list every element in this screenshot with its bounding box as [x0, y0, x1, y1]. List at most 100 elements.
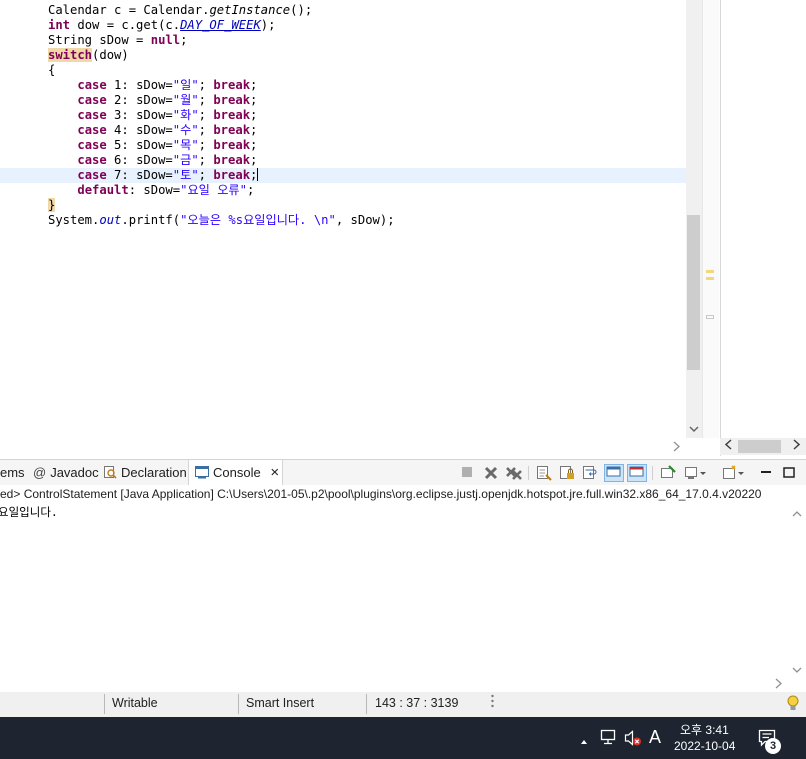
clock-date[interactable]: 2022-10-04	[674, 739, 735, 753]
tab-problems[interactable]: ems	[0, 460, 25, 486]
toolbar-divider	[528, 466, 529, 480]
editor-vertical-scrollbar[interactable]	[686, 0, 702, 438]
code-token: case	[77, 78, 107, 92]
scroll-right-icon[interactable]	[793, 439, 801, 453]
code-token: 4: sDow=	[106, 123, 173, 137]
remove-all-terminated-icon[interactable]	[505, 465, 522, 481]
code-token: "화"	[172, 108, 199, 122]
show-console-on-stderr-icon[interactable]	[627, 464, 647, 482]
ime-indicator[interactable]: A	[649, 727, 661, 748]
code-token: {	[48, 63, 56, 77]
windows-taskbar: A 오후 3:41 2022-10-04 3	[0, 717, 806, 759]
annotation-marker[interactable]	[706, 315, 714, 319]
display-selected-console-icon[interactable]	[684, 465, 706, 481]
code-token: : sDow=	[128, 183, 181, 197]
code-line[interactable]: case 6: sDow="금"; break;	[48, 153, 257, 168]
code-token: ;	[250, 138, 258, 152]
code-line[interactable]: int dow = c.get(c.DAY_OF_WEEK);	[48, 18, 275, 33]
code-token: case	[77, 123, 107, 137]
code-line[interactable]: {	[48, 63, 55, 78]
overview-ruler[interactable]	[702, 0, 719, 438]
code-line[interactable]: Calendar c = Calendar.getInstance();	[48, 3, 312, 18]
code-token: ;	[198, 108, 214, 122]
code-token: ;	[198, 93, 214, 107]
status-more-icon[interactable]	[491, 693, 494, 716]
outline-panel	[720, 0, 806, 456]
toolbar-divider	[652, 466, 653, 480]
scroll-right-icon[interactable]	[673, 441, 680, 455]
close-tab-icon[interactable]: ×	[270, 464, 279, 481]
console-view-tabbar: ems @ Javadoc Declaration Console ×	[0, 459, 806, 487]
occurrence-marker[interactable]	[706, 277, 714, 280]
tab-console[interactable]: Console ×	[188, 460, 283, 486]
scroll-right-icon[interactable]	[775, 678, 782, 692]
status-writable: Writable	[112, 696, 158, 710]
clock-time[interactable]: 오후 3:41	[680, 721, 729, 738]
word-wrap-icon[interactable]	[582, 465, 598, 481]
code-line[interactable]: case 1: sDow="일"; break;	[48, 78, 257, 93]
code-line[interactable]: case 7: sDow="토"; break;	[48, 168, 259, 183]
code-token: "목"	[172, 138, 199, 152]
code-line[interactable]: case 3: sDow="화"; break;	[48, 108, 257, 123]
code-token: case	[77, 153, 107, 167]
scroll-left-icon[interactable]	[724, 439, 732, 453]
console-output[interactable]: 요일입니다.	[0, 503, 788, 676]
code-line[interactable]: case 4: sDow="수"; break;	[48, 123, 257, 138]
editor-horizontal-scrollbar[interactable]	[0, 438, 686, 456]
status-divider	[366, 694, 367, 714]
code-token: ;	[250, 168, 258, 182]
show-console-on-stdout-icon[interactable]	[604, 464, 624, 482]
code-line[interactable]: System.out.printf("오늘은 %s요일입니다. \n", sDo…	[48, 213, 395, 228]
open-console-icon[interactable]	[722, 465, 744, 481]
occurrence-marker[interactable]	[706, 270, 714, 273]
code-line[interactable]: default: sDow="요일 오류";	[48, 183, 254, 198]
outline-horizontal-scrollbar[interactable]	[720, 438, 806, 455]
maximize-icon[interactable]	[782, 465, 798, 481]
scroll-down-icon[interactable]	[686, 422, 702, 438]
tab-javadoc[interactable]: @ Javadoc	[33, 460, 99, 486]
code-editor[interactable]: Calendar c = Calendar.getInstance(); int …	[0, 0, 686, 438]
remove-launch-icon[interactable]	[483, 465, 499, 481]
code-token: , sDow);	[335, 213, 395, 227]
code-token: ;	[250, 93, 258, 107]
code-line[interactable]: case 2: sDow="월"; break;	[48, 93, 257, 108]
editor-scroll-thumb[interactable]	[687, 215, 700, 370]
clear-console-icon[interactable]	[536, 465, 552, 481]
terminate-icon[interactable]	[460, 465, 476, 481]
tab-declaration[interactable]: Declaration	[103, 460, 187, 486]
code-line[interactable]: String sDow = null;	[48, 33, 187, 48]
pin-console-icon[interactable]	[660, 465, 676, 481]
code-token: (dow)	[92, 48, 129, 62]
code-line[interactable]: case 5: sDow="목"; break;	[48, 138, 257, 153]
code-token: );	[260, 18, 276, 32]
console-vertical-scrollbar[interactable]	[788, 503, 806, 676]
javadoc-icon: @	[33, 465, 47, 480]
code-token: "오늘은 %s요일입니다. \n"	[180, 213, 336, 227]
status-insert-mode[interactable]: Smart Insert	[246, 692, 314, 715]
scroll-up-icon[interactable]	[792, 506, 802, 520]
tab-declaration-label: Declaration	[121, 465, 187, 480]
code-line[interactable]: }	[48, 198, 56, 213]
network-icon[interactable]	[600, 729, 618, 752]
code-token: getInstance	[209, 3, 291, 17]
code-line[interactable]: switch(dow)	[48, 48, 129, 63]
tab-problems-label: ems	[0, 465, 25, 480]
code-token: ;	[250, 123, 258, 137]
status-cursor-position[interactable]: 143 : 37 : 3139	[375, 692, 458, 715]
console-horizontal-scrollbar[interactable]	[0, 676, 806, 692]
code-token: 3: sDow=	[106, 108, 173, 122]
volume-muted-icon[interactable]	[624, 729, 642, 752]
outline-scroll-thumb[interactable]	[738, 440, 781, 453]
show-hidden-icons-icon[interactable]	[580, 732, 588, 750]
code-token: break	[213, 108, 251, 122]
code-token: ;	[198, 168, 214, 182]
code-token: dow = c.get(c.	[70, 18, 181, 32]
minimize-icon[interactable]	[759, 465, 775, 481]
code-token: ;	[250, 153, 258, 167]
code-token: default	[77, 183, 129, 197]
tab-console-label: Console	[213, 465, 261, 480]
scroll-lock-icon[interactable]	[559, 465, 575, 481]
code-token: out	[99, 213, 122, 227]
scroll-down-icon[interactable]	[792, 663, 802, 677]
code-token: "월"	[172, 93, 199, 107]
